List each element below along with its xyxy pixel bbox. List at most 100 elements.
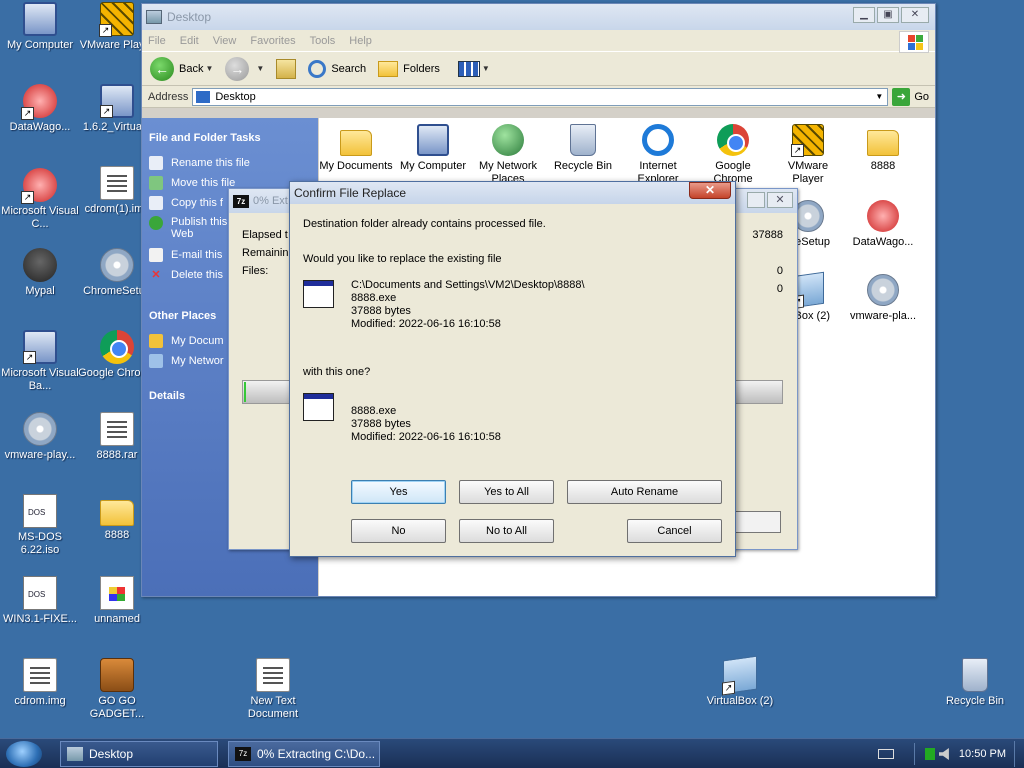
yes-to-all-button[interactable]: Yes to All <box>459 480 554 504</box>
taskbar-item-desktop[interactable]: Desktop <box>60 741 218 767</box>
computer-icon <box>417 124 449 156</box>
no-button[interactable]: No <box>351 519 446 543</box>
start-button[interactable] <box>6 741 42 767</box>
desktop-icon-go-go-gadget[interactable]: GO GO GADGET... <box>77 658 157 721</box>
item-my-computer[interactable]: My Computer <box>396 124 470 173</box>
item-internet-explorer[interactable]: Internet Explorer <box>621 124 695 186</box>
menu-file[interactable]: File <box>148 35 166 47</box>
desktop-icon-visual-c[interactable]: Microsoft Visual C... <box>0 168 80 231</box>
icon-label: My Computer <box>6 39 74 51</box>
network-globe-icon <box>492 124 524 156</box>
item-vmware-player[interactable]: VMware Player <box>771 124 845 186</box>
chevron-down-icon[interactable]: ▼ <box>873 90 885 104</box>
dialog-title: Confirm File Replace <box>294 186 407 200</box>
desktop-icon-mypal[interactable]: Mypal <box>0 248 80 298</box>
forward-button[interactable]: → ▼ <box>225 56 264 81</box>
desktop-icon-msdos-iso[interactable]: MS-DOS 6.22.iso <box>0 494 80 557</box>
maximize-button[interactable]: ▣ <box>877 7 899 23</box>
folder-icon <box>149 334 163 348</box>
chevron-down-icon[interactable]: ▼ <box>205 64 213 73</box>
tasks-heading[interactable]: File and Folder Tasks <box>149 132 311 144</box>
existing-file-icon <box>303 280 334 308</box>
folders-icon <box>378 60 399 77</box>
task-label: Web <box>171 228 194 240</box>
volume-icon[interactable] <box>938 748 949 760</box>
clock[interactable]: 10:50 PM <box>959 748 1006 760</box>
folder-icon <box>67 747 83 761</box>
menu-tools[interactable]: Tools <box>310 35 336 47</box>
item-label: DataWago... <box>852 236 914 248</box>
item-vmware-player-setup[interactable]: vmware-pla... <box>846 274 920 323</box>
address-value: Desktop <box>215 90 256 103</box>
taskbar-item-extracting[interactable]: 7z 0% Extracting C:\Do... <box>228 741 380 767</box>
item-recycle-bin[interactable]: Recycle Bin <box>546 124 620 173</box>
desktop-icon-visual-basic[interactable]: Microsoft Visual Ba... <box>0 330 80 393</box>
new-file-modified: Modified: 2022-06-16 16:10:58 <box>351 431 501 443</box>
keyboard-icon[interactable] <box>877 749 894 759</box>
chevron-down-icon[interactable]: ▼ <box>256 64 264 73</box>
virtualbox-icon <box>723 655 757 695</box>
icon-label: Microsoft Visual Ba... <box>1 367 79 392</box>
item-8888[interactable]: 8888 <box>846 124 920 173</box>
item-my-documents[interactable]: My Documents <box>319 124 393 173</box>
address-input[interactable]: Desktop ▼ <box>192 87 889 106</box>
progress-close-button[interactable]: ✕ <box>767 192 793 208</box>
system-tray: 10:50 PM <box>877 741 1024 767</box>
menu-view[interactable]: View <box>213 35 237 47</box>
visual-c-icon <box>21 168 57 204</box>
progress-fill <box>244 382 247 402</box>
item-label: My Documents <box>319 160 393 172</box>
icon-label: vmware-play... <box>4 449 76 461</box>
address-bar: Address Desktop ▼ ➜ Go <box>142 86 935 108</box>
cancel-button[interactable]: Cancel <box>627 519 722 543</box>
item-my-network-places[interactable]: My Network Places <box>471 124 545 186</box>
up-button[interactable] <box>276 58 297 79</box>
window-controls: ▁ ▣ ✕ <box>853 7 929 23</box>
dialog-titlebar[interactable]: Confirm File Replace <box>290 182 735 204</box>
setup-icon <box>867 274 899 306</box>
email-icon <box>149 248 163 262</box>
explorer-titlebar[interactable]: Desktop <box>142 4 935 30</box>
network-icon[interactable] <box>924 748 935 760</box>
icon-label: cdrom.img <box>14 695 66 707</box>
item-google-chrome[interactable]: Google Chrome <box>696 124 770 186</box>
auto-rename-button[interactable]: Auto Rename <box>567 480 722 504</box>
desktop-icon-cdrom-img[interactable]: cdrom.img <box>0 658 80 708</box>
desktop-icon-new-text-document[interactable]: New Text Document <box>233 658 313 721</box>
installer-icon <box>100 84 134 118</box>
no-to-all-button[interactable]: No to All <box>459 519 554 543</box>
desktop-icon-vmware-player-setup[interactable]: vmware-play... <box>0 412 80 462</box>
desktop-icon-virtualbox[interactable]: VirtualBox (2) <box>700 655 780 708</box>
confirm-file-replace-dialog: Confirm File Replace ✕ Destination folde… <box>289 181 736 557</box>
desktop-icon-win31[interactable]: WIN3.1-FIXE... <box>0 576 80 626</box>
desktop-icon-datawago[interactable]: DataWago... <box>0 84 80 134</box>
icon-label: unnamed <box>94 613 140 625</box>
forward-arrow-icon: → <box>225 56 250 81</box>
menu-help[interactable]: Help <box>349 35 372 47</box>
item-datawago[interactable]: DataWago... <box>846 200 920 249</box>
show-desktop-button[interactable] <box>1014 741 1024 767</box>
desktop-icon-my-computer[interactable]: My Computer <box>0 2 80 52</box>
menu-favorites[interactable]: Favorites <box>250 35 295 47</box>
folder-icon <box>100 500 134 526</box>
existing-file-modified: Modified: 2022-06-16 16:10:58 <box>351 318 501 330</box>
menu-edit[interactable]: Edit <box>180 35 199 47</box>
task-rename[interactable]: Rename this file <box>149 156 311 170</box>
progress-minimize-button[interactable] <box>747 192 765 208</box>
dialog-close-button[interactable]: ✕ <box>689 182 731 199</box>
desktop-icon-recycle-bin[interactable]: Recycle Bin <box>935 658 1015 708</box>
views-button[interactable]: ▼ <box>457 60 490 77</box>
folders-button[interactable]: Folders <box>378 60 440 77</box>
yes-button[interactable]: Yes <box>351 480 446 504</box>
back-label: Back <box>179 62 204 75</box>
icon-label: Mypal <box>25 285 55 297</box>
folder-icon <box>340 130 372 156</box>
place-label: My Docum <box>171 335 224 347</box>
minimize-button[interactable]: ▁ <box>853 7 875 23</box>
go-button[interactable]: ➜ Go <box>892 87 929 106</box>
close-button[interactable]: ✕ <box>901 7 929 23</box>
back-button[interactable]: ← Back ▼ <box>150 56 213 81</box>
progress-value-3: 0 <box>776 283 783 295</box>
progress-title: 0% Ext <box>253 195 288 207</box>
search-button[interactable]: Search <box>308 59 366 78</box>
